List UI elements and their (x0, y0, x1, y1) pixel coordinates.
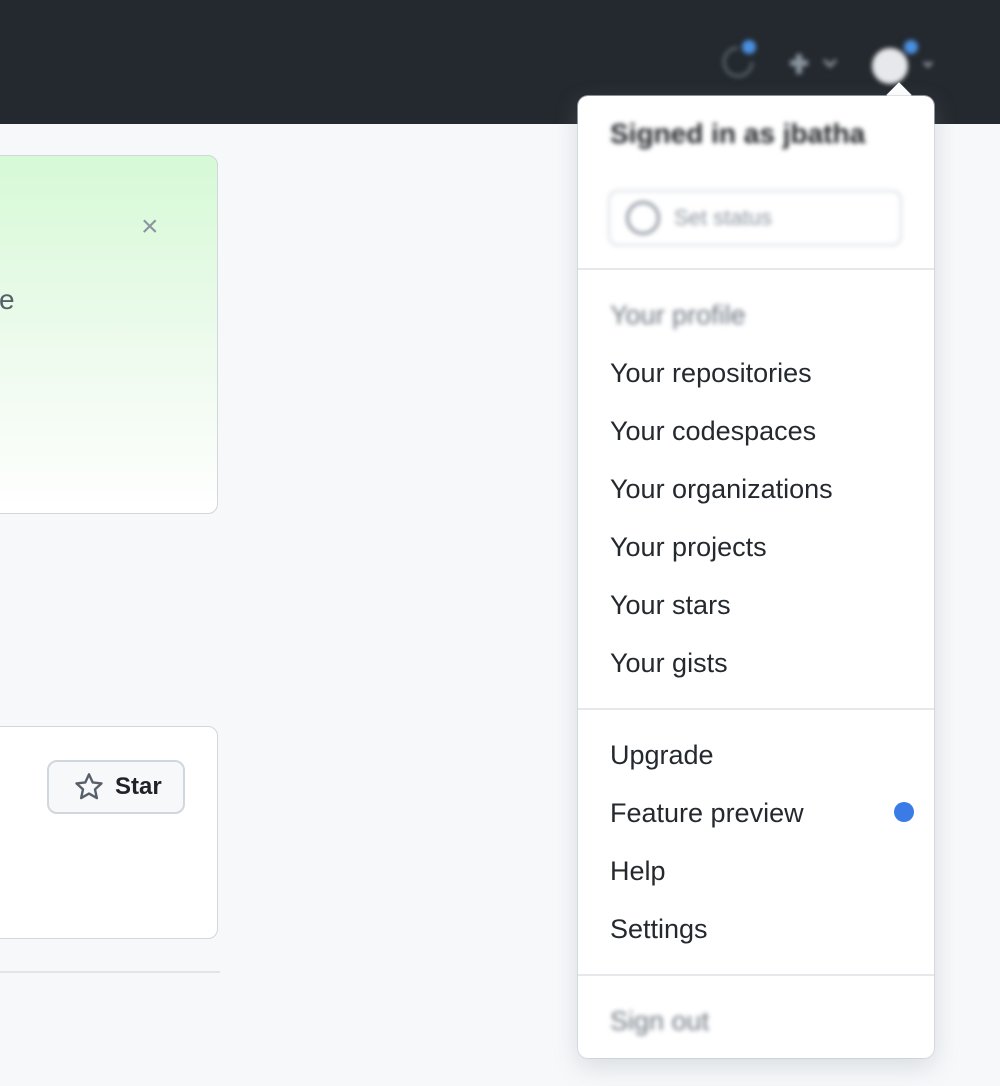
menu-divider (578, 974, 934, 976)
signed-in-header: Signed in as jbatha (610, 118, 866, 149)
menu-item-feature-preview[interactable]: Feature preview (610, 798, 804, 829)
content-divider (0, 971, 220, 973)
inbox-icon[interactable] (720, 38, 758, 80)
status-placeholder: Set status (674, 205, 772, 230)
menu-item-help[interactable]: Help (610, 856, 666, 887)
avatar[interactable] (868, 38, 938, 90)
notification-dot (740, 38, 758, 56)
star-button-label: Star (115, 773, 162, 800)
menu-item-your-codespaces[interactable]: Your codespaces (610, 416, 816, 447)
close-icon[interactable]: × (141, 212, 159, 242)
plus-icon[interactable] (790, 50, 840, 78)
avatar-notification-dot (902, 38, 920, 56)
menu-item-your-gists[interactable]: Your gists (610, 648, 728, 679)
menu-item-your-projects[interactable]: Your projects (610, 532, 767, 563)
banner-text: e (0, 284, 15, 315)
menu-item-upgrade[interactable]: Upgrade (610, 740, 714, 771)
menu-item-your-organizations[interactable]: Your organizations (610, 474, 833, 505)
feature-preview-dot (894, 802, 914, 822)
menu-divider (578, 708, 934, 710)
menu-item-your-repositories[interactable]: Your repositories (610, 358, 812, 389)
set-status-button[interactable]: Set status (608, 190, 902, 246)
star-icon (75, 773, 103, 800)
star-button[interactable]: Star (47, 760, 185, 814)
menu-item-settings[interactable]: Settings (610, 914, 708, 945)
menu-item-your-profile[interactable]: Your profile (610, 300, 746, 331)
menu-item-sign-out[interactable]: Sign out (610, 1006, 709, 1037)
user-dropdown-menu: Signed in as jbatha Set status Your prof… (578, 96, 934, 1058)
repo-card: Star (0, 726, 218, 939)
smiley-icon (626, 201, 660, 235)
menu-item-your-stars[interactable]: Your stars (610, 590, 731, 621)
menu-divider (578, 268, 934, 270)
welcome-banner: × e (0, 155, 218, 514)
